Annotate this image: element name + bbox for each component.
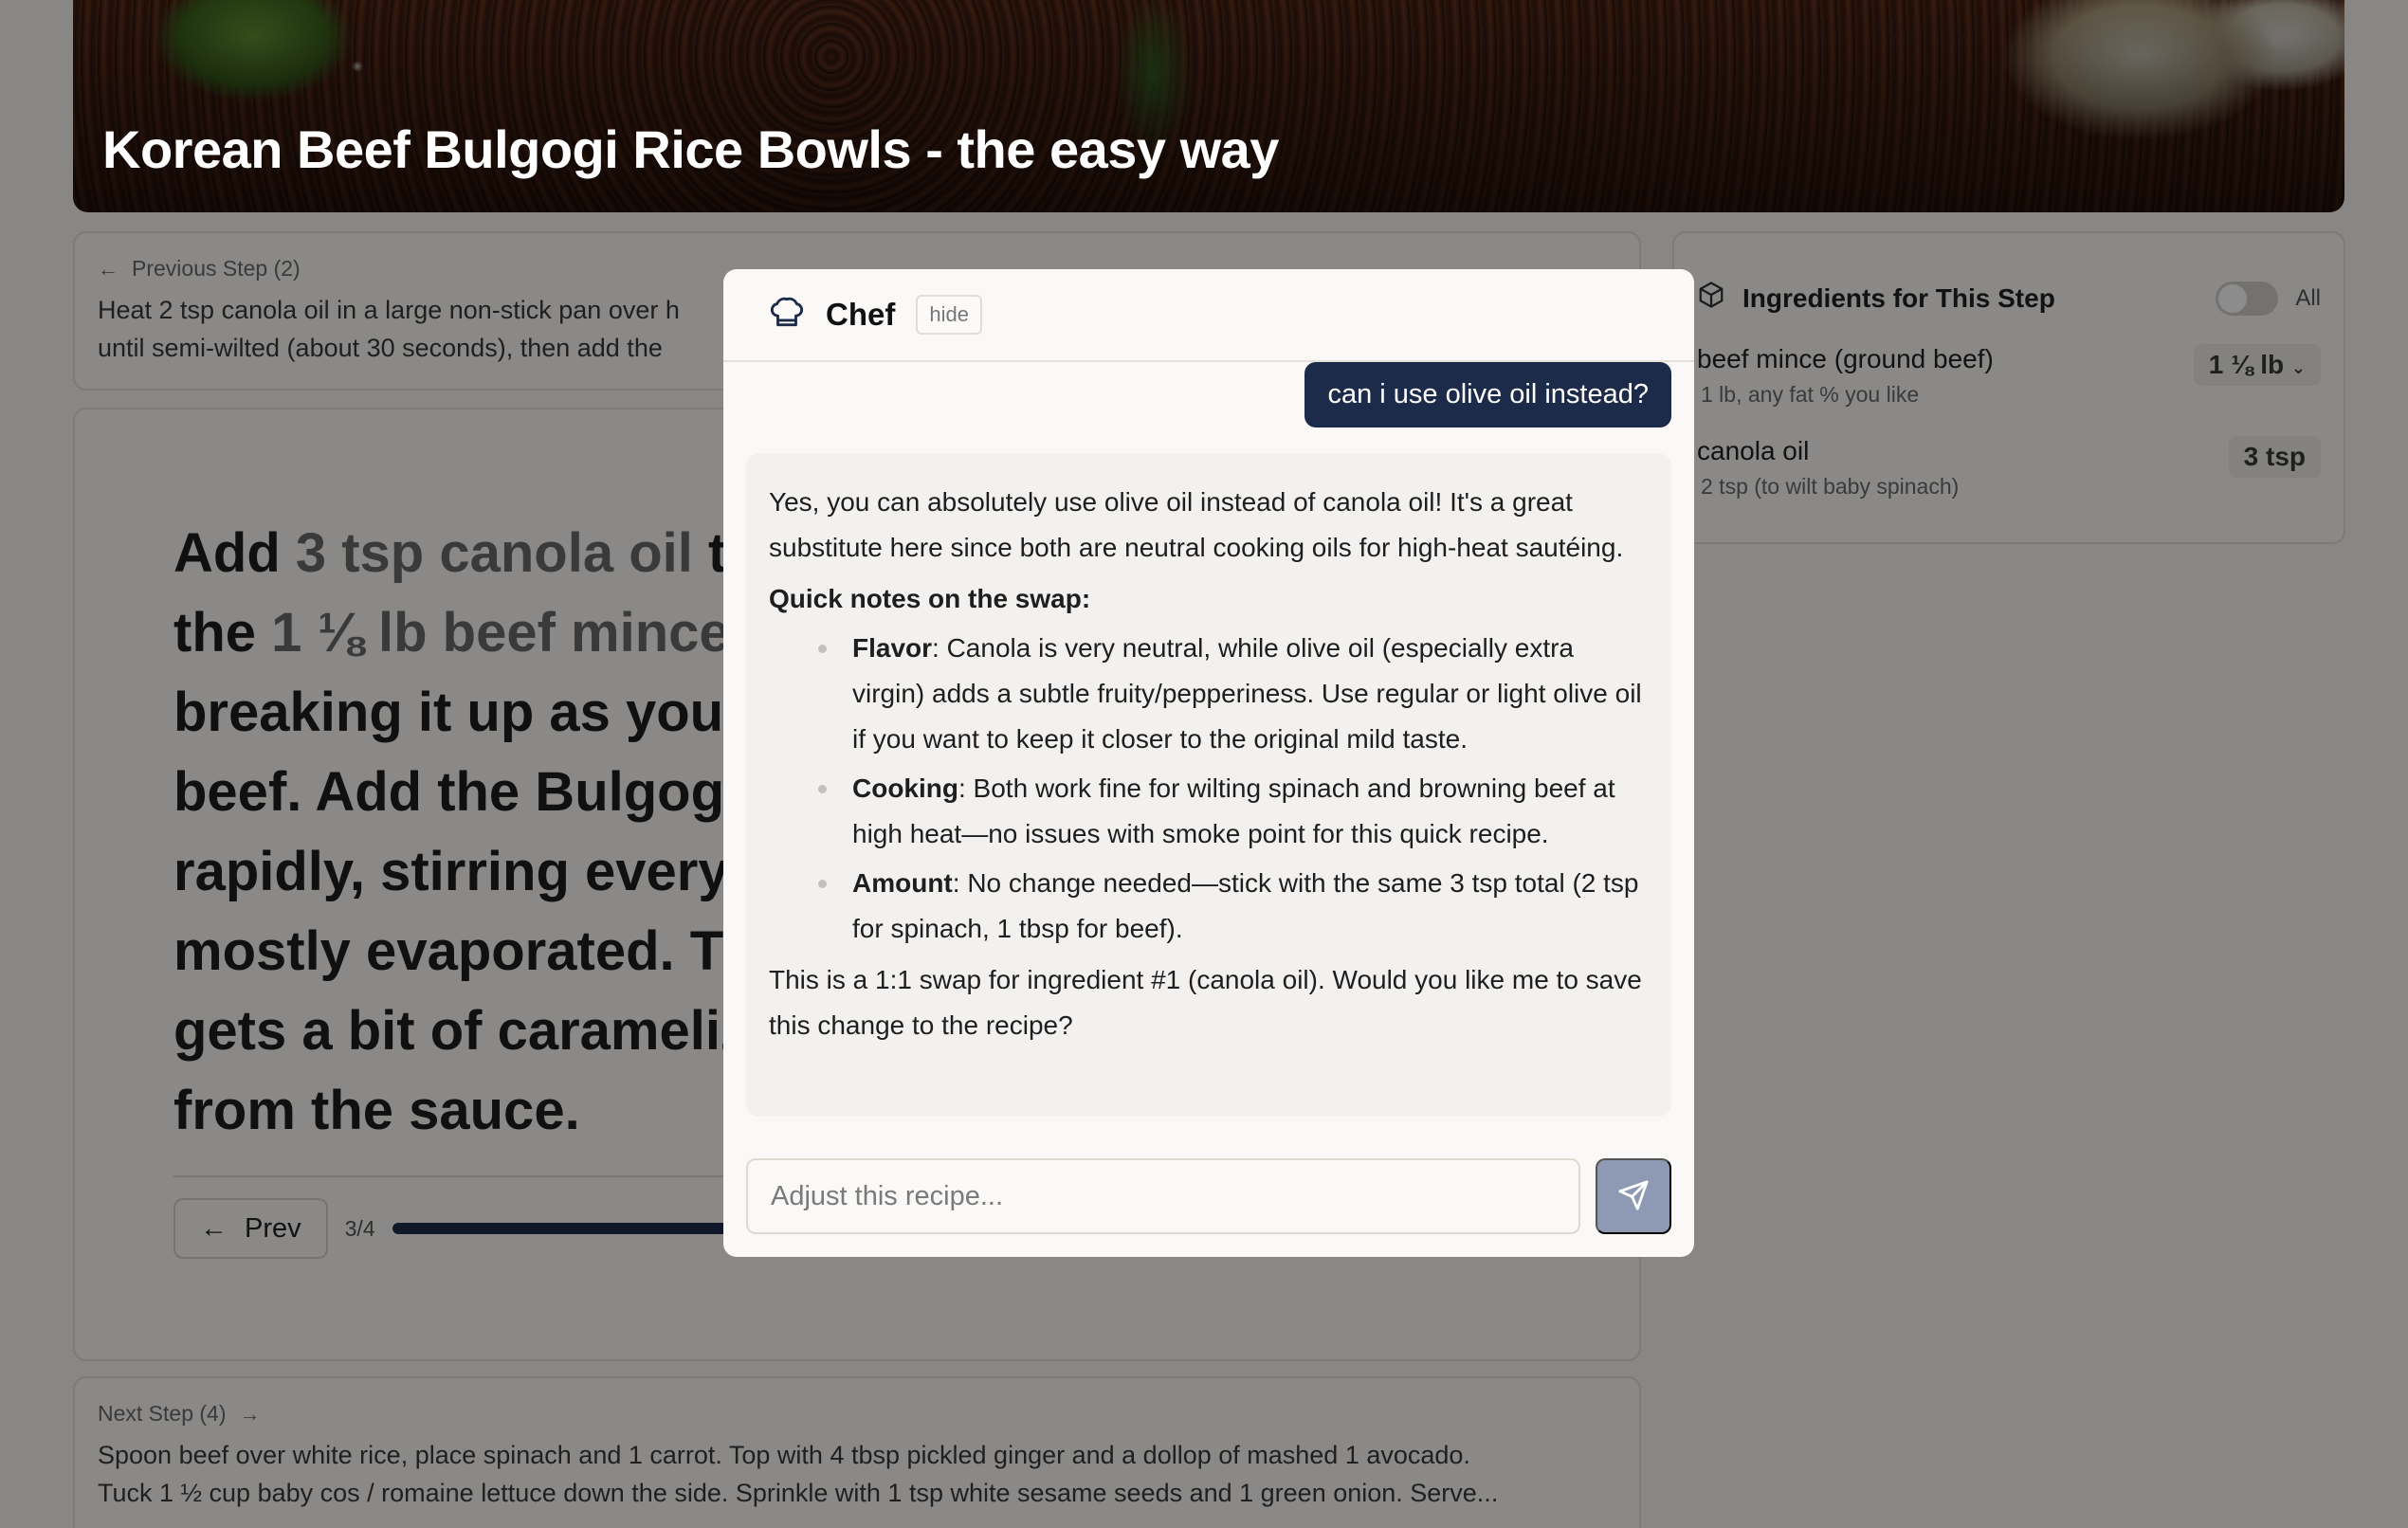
bullet-text: : Canola is very neutral, while olive oi… (852, 633, 1642, 754)
assistant-closing: This is a 1:1 swap for ingredient #1 (ca… (769, 965, 1642, 1040)
bullet-term: Flavor (852, 633, 933, 663)
send-icon (1617, 1179, 1650, 1214)
bullet-text: : Both work fine for wilting spinach and… (852, 773, 1615, 848)
list-item: Flavor: Canola is very neutral, while ol… (818, 626, 1649, 762)
chef-modal-header: Chef hide (723, 269, 1694, 362)
list-item: Amount: No change needed—stick with the … (818, 861, 1649, 952)
list-item: Cooking: Both work fine for wilting spin… (818, 766, 1649, 857)
assistant-notes-heading: Quick notes on the swap: (769, 584, 1091, 613)
user-message-bubble: can i use olive oil instead? (1304, 362, 1671, 427)
send-button[interactable] (1596, 1158, 1671, 1234)
bullet-text: : No change needed—stick with the same 3… (852, 868, 1639, 943)
assistant-message-bubble: Yes, you can absolutely use olive oil in… (746, 453, 1671, 1117)
assistant-intro: Yes, you can absolutely use olive oil in… (769, 487, 1624, 562)
bullet-term: Amount (852, 868, 953, 898)
chef-hat-icon (769, 295, 805, 336)
bullet-term: Cooking (852, 773, 958, 803)
hide-button[interactable]: hide (916, 295, 982, 335)
assistant-notes-list: Flavor: Canola is very neutral, while ol… (769, 626, 1649, 952)
recipe-title: Korean Beef Bulgogi Rice Bowls - the eas… (102, 119, 1279, 179)
recipe-chat-input[interactable] (746, 1158, 1580, 1234)
chef-title: Chef (826, 297, 896, 332)
chef-chat-modal: Chef hide can i use olive oil instead? Y… (723, 269, 1694, 1257)
